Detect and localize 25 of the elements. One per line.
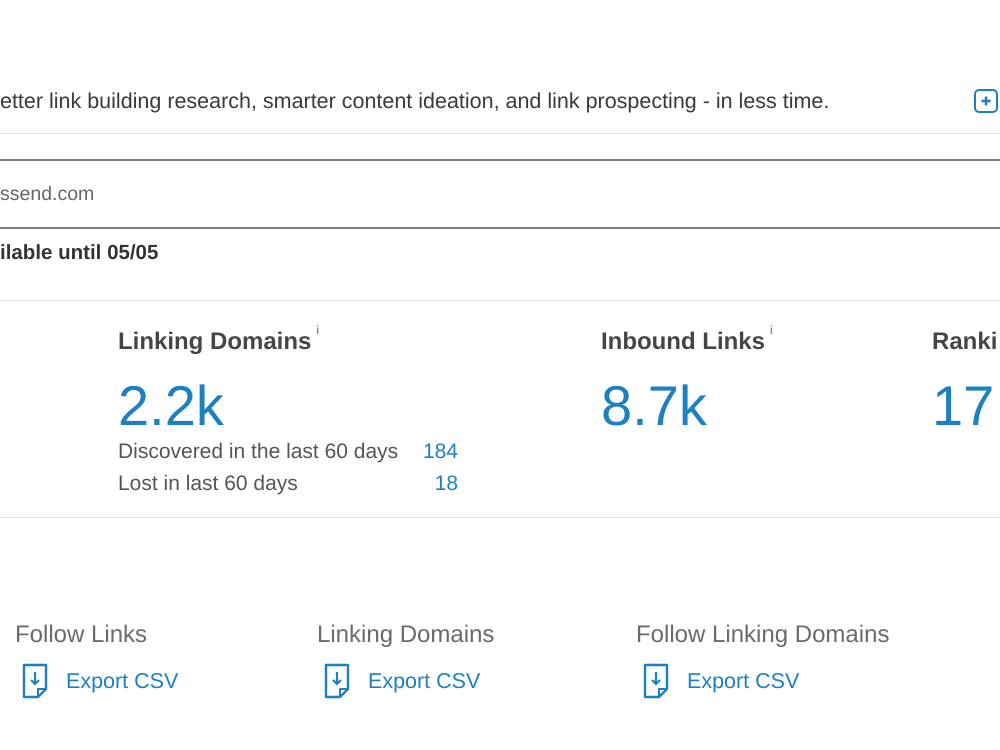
domain-input-field[interactable]: ssend.com <box>0 159 1000 229</box>
availability-text: ilable until 05/05 <box>0 241 158 265</box>
plus-icon[interactable] <box>974 89 998 113</box>
export-csv-link[interactable]: Export CSV <box>22 663 178 699</box>
tagline-text: etter link building research, smarter content ideation, and link prospecting - in less time. <box>0 88 830 114</box>
detail-label: Discovered in the last 60 days <box>118 440 398 464</box>
info-mark[interactable]: i <box>316 323 320 337</box>
stat-value: 17 <box>932 376 994 436</box>
export-title: Linking Domains <box>317 621 494 649</box>
stat-value: 8.7k <box>601 376 707 436</box>
stat-label: Linking Domains <box>118 329 312 355</box>
stat-value: 2.2k <box>118 376 224 436</box>
file-download-icon <box>22 663 48 699</box>
export-title: Follow Links <box>15 621 148 649</box>
stat-label: Ranki <box>932 329 998 355</box>
export-csv-link[interactable]: Export CSV <box>324 663 480 699</box>
detail-value: 18 <box>434 472 458 496</box>
detail-value: 184 <box>422 440 458 464</box>
detail-label: Lost in last 60 days <box>118 472 298 496</box>
stat-label: Inbound Links <box>601 329 765 355</box>
file-download-icon <box>324 663 350 699</box>
file-download-icon <box>643 663 669 699</box>
info-mark[interactable]: i <box>770 323 773 337</box>
export-csv-link[interactable]: Export CSV <box>643 663 800 699</box>
export-title: Follow Linking Domains <box>636 621 890 649</box>
